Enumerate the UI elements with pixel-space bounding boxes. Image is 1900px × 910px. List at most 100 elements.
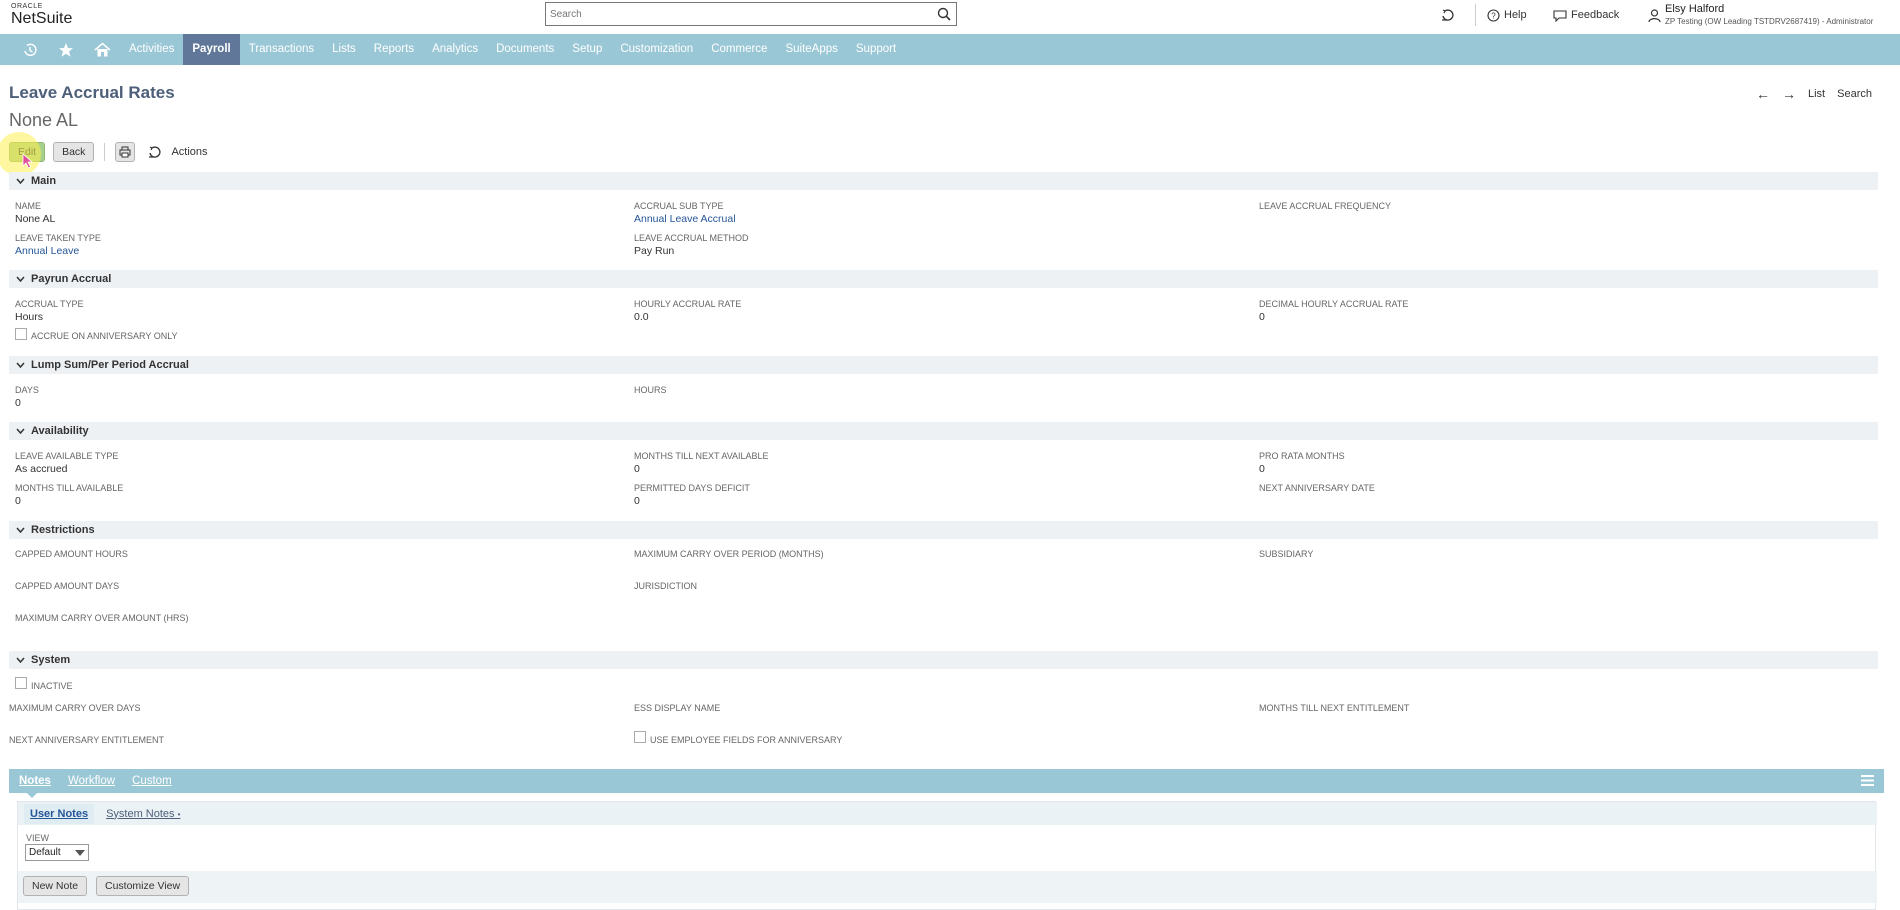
field-link-accrual-sub-type[interactable]: Annual Leave Accrual xyxy=(634,213,736,225)
next-record-button[interactable]: → xyxy=(1782,86,1796,102)
nav-item-lists[interactable]: Lists xyxy=(323,34,365,65)
field-label: MAXIMUM CARRY OVER PERIOD (MONTHS) xyxy=(634,549,824,559)
chevron-down-icon xyxy=(16,657,25,663)
view-select[interactable]: Default xyxy=(25,844,89,861)
field-label: MAXIMUM CARRY OVER DAYS xyxy=(9,703,141,713)
accrue-anniversary-checkbox[interactable] xyxy=(15,328,27,340)
record-name: None AL xyxy=(9,110,79,130)
section-title: Lump Sum/Per Period Accrual xyxy=(31,359,189,371)
nav-item-reports[interactable]: Reports xyxy=(365,34,423,65)
tab-system-notes[interactable]: System Notes • xyxy=(100,804,186,824)
back-button[interactable]: Back xyxy=(53,142,95,162)
field-value-pro-rata: 0 xyxy=(1259,463,1265,475)
tab-user-notes[interactable]: User Notes xyxy=(24,803,95,824)
global-search[interactable] xyxy=(545,2,957,26)
field-value-accrual-type: Hours xyxy=(15,311,44,323)
field-value-leave-available-type: As accrued xyxy=(15,463,68,475)
field-label: ACCRUAL TYPE xyxy=(15,299,84,309)
nav-item-suiteapps[interactable]: SuiteApps xyxy=(776,34,846,65)
field-value-days: 0 xyxy=(15,397,21,409)
field-label: CAPPED AMOUNT HOURS xyxy=(15,549,128,559)
nav-item-analytics[interactable]: Analytics xyxy=(423,34,487,65)
actions-menu[interactable]: Actions xyxy=(147,145,208,159)
section-availability-header[interactable]: Availability xyxy=(9,422,1878,440)
field-label: DAYS xyxy=(15,385,39,395)
notes-panel: User Notes System Notes • VIEW Default N… xyxy=(17,801,1877,910)
help-link[interactable]: ? Help xyxy=(1487,0,1527,30)
chevron-down-icon xyxy=(16,362,25,368)
actions-icon xyxy=(149,146,161,158)
new-note-button[interactable]: New Note xyxy=(23,876,88,896)
section-restrictions-header[interactable]: Restrictions xyxy=(9,521,1878,539)
field-value-hourly-rate: 0.0 xyxy=(634,311,649,323)
nav-item-setup[interactable]: Setup xyxy=(563,34,611,65)
search-icon[interactable] xyxy=(937,7,951,21)
main-navigation: Activities Payroll Transactions Lists Re… xyxy=(0,34,1900,65)
nav-recent-button[interactable] xyxy=(12,34,48,65)
section-title: Main xyxy=(31,175,57,187)
field-label: JURISDICTION xyxy=(634,581,697,591)
field-label: MONTHS TILL NEXT AVAILABLE xyxy=(634,451,769,461)
field-label: MONTHS TILL AVAILABLE xyxy=(15,483,124,493)
inactive-checkbox[interactable] xyxy=(15,677,27,689)
print-button[interactable] xyxy=(115,142,136,162)
tab-system-notes-label: System Notes xyxy=(106,807,175,820)
netsuite-logo[interactable]: ORACLE NetSuite xyxy=(11,3,72,27)
recent-records-button[interactable] xyxy=(1440,0,1454,30)
list-toggle-icon[interactable] xyxy=(1861,775,1874,786)
chevron-down-icon xyxy=(16,428,25,434)
chevron-down-icon xyxy=(16,527,25,533)
field-label: CAPPED AMOUNT DAYS xyxy=(15,581,120,591)
recent-icon xyxy=(24,43,37,56)
user-name: Elsy Halford xyxy=(1665,3,1725,15)
field-value-months-till-next: 0 xyxy=(634,463,640,475)
tab-notes[interactable]: Notes xyxy=(19,775,51,787)
help-icon: ? xyxy=(1487,8,1500,22)
nav-item-documents[interactable]: Documents xyxy=(487,34,563,65)
nav-item-transactions[interactable]: Transactions xyxy=(240,34,323,65)
section-lumpsum-header[interactable]: Lump Sum/Per Period Accrual xyxy=(9,356,1878,374)
active-tab-pointer xyxy=(27,793,37,798)
nav-favorites-button[interactable] xyxy=(48,34,84,65)
search-input[interactable] xyxy=(546,3,926,25)
section-system-header[interactable]: System xyxy=(9,651,1878,669)
field-label: NEXT ANNIVERSARY ENTITLEMENT xyxy=(9,735,165,745)
field-label: MAXIMUM CARRY OVER AMOUNT (HRS) xyxy=(15,613,189,623)
list-link[interactable]: List xyxy=(1808,88,1825,100)
nav-item-payroll[interactable]: Payroll xyxy=(183,34,240,65)
nav-item-customization[interactable]: Customization xyxy=(611,34,702,65)
field-label: MONTHS TILL NEXT ENTITLEMENT xyxy=(1259,703,1410,713)
nav-item-support[interactable]: Support xyxy=(847,34,905,65)
use-employee-fields-checkbox[interactable] xyxy=(634,731,646,743)
page-title: Leave Accrual Rates xyxy=(9,83,175,102)
feedback-link[interactable]: Feedback xyxy=(1553,0,1619,30)
nav-home-button[interactable] xyxy=(84,34,120,65)
section-main-header[interactable]: Main xyxy=(9,172,1878,190)
feedback-icon xyxy=(1553,9,1567,22)
edit-button-wrapper: Edit xyxy=(0,132,46,176)
customize-view-button[interactable]: Customize View xyxy=(96,876,190,896)
previous-record-button[interactable]: ← xyxy=(1756,86,1770,102)
tab-custom[interactable]: Custom xyxy=(132,775,172,787)
section-payrun-header[interactable]: Payrun Accrual xyxy=(9,270,1878,288)
print-icon xyxy=(119,146,131,158)
field-value-decimal-rate: 0 xyxy=(1259,311,1265,323)
nav-item-activities[interactable]: Activities xyxy=(120,34,183,65)
checkbox-label: INACTIVE xyxy=(31,681,73,691)
chevron-down-icon xyxy=(75,850,85,856)
svg-text:?: ? xyxy=(1491,11,1496,20)
user-role: ZP Testing (OW Leading TSTDRV2687419) - … xyxy=(1665,17,1874,26)
actions-label: Actions xyxy=(171,146,208,158)
button-divider xyxy=(104,143,106,161)
checkbox-label: USE EMPLOYEE FIELDS FOR ANNIVERSARY xyxy=(650,735,843,745)
field-link-leave-taken-type[interactable]: Annual Leave xyxy=(15,245,79,257)
notes-button-row: New Note Customize View xyxy=(18,871,1877,903)
subtab-bar: Notes Workflow Custom xyxy=(9,769,1884,793)
field-label: HOURS xyxy=(634,385,667,395)
tab-workflow[interactable]: Workflow xyxy=(68,775,115,787)
field-label: ACCRUAL SUB TYPE xyxy=(634,201,724,211)
nav-item-commerce[interactable]: Commerce xyxy=(702,34,776,65)
tab-system-notes-marker: • xyxy=(177,809,181,819)
field-label: NEXT ANNIVERSARY DATE xyxy=(1259,483,1375,493)
search-link[interactable]: Search xyxy=(1837,88,1872,100)
